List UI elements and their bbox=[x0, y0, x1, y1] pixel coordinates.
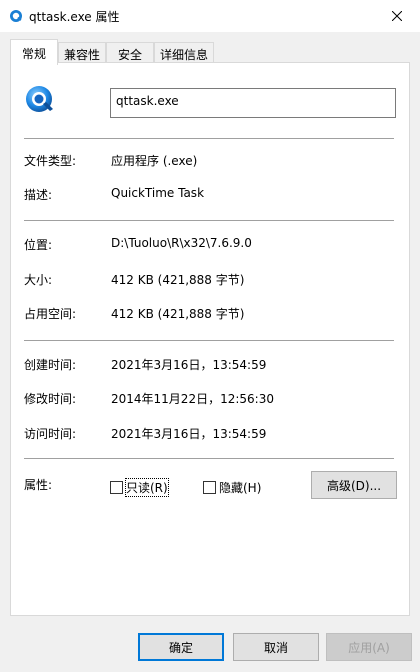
file-type-label: 文件类型: bbox=[24, 154, 77, 168]
tab-compatibility[interactable]: 兼容性 bbox=[58, 42, 106, 64]
readonly-checkbox[interactable]: 只读(R) bbox=[110, 478, 169, 497]
created-value: 2021年3月16日，13:54:59 bbox=[111, 358, 267, 372]
title-bar: qttask.exe 属性 bbox=[0, 0, 420, 32]
quicktime-icon bbox=[26, 86, 53, 112]
window-title: qttask.exe 属性 bbox=[29, 10, 120, 24]
divider bbox=[24, 220, 394, 221]
cancel-button[interactable]: 取消 bbox=[233, 633, 319, 661]
checkbox-box[interactable] bbox=[203, 481, 216, 494]
divider bbox=[24, 340, 394, 341]
location-label: 位置: bbox=[24, 238, 53, 252]
location-value: D:\Tuoluo\R\x32\7.6.9.0 bbox=[111, 236, 252, 250]
attributes-label: 属性: bbox=[24, 478, 53, 492]
divider bbox=[24, 458, 394, 459]
hidden-label: 隐藏(H) bbox=[219, 481, 262, 495]
modified-label: 修改时间: bbox=[24, 392, 77, 406]
modified-value: 2014年11月22日，12:56:30 bbox=[111, 392, 274, 406]
tab-general[interactable]: 常规 bbox=[10, 39, 58, 65]
accessed-label: 访问时间: bbox=[24, 427, 77, 441]
close-button[interactable] bbox=[374, 0, 420, 32]
ok-button[interactable]: 确定 bbox=[138, 633, 224, 661]
advanced-button[interactable]: 高级(D)... bbox=[311, 471, 397, 499]
tab-details[interactable]: 详细信息 bbox=[154, 42, 214, 64]
size-label: 大小: bbox=[24, 273, 53, 287]
created-label: 创建时间: bbox=[24, 358, 77, 372]
file-name-field[interactable]: qttask.exe bbox=[110, 88, 396, 118]
size-value: 412 KB (421,888 字节) bbox=[111, 273, 245, 287]
close-icon bbox=[392, 11, 402, 21]
tab-strip: 常规 兼容性 安全 详细信息 bbox=[0, 32, 420, 65]
hidden-checkbox[interactable]: 隐藏(H) bbox=[203, 479, 261, 496]
divider bbox=[24, 138, 394, 139]
quicktime-icon bbox=[10, 10, 22, 22]
description-value: QuickTime Task bbox=[111, 186, 205, 200]
checkbox-box[interactable] bbox=[110, 481, 123, 494]
apply-button[interactable]: 应用(A) bbox=[326, 633, 412, 661]
accessed-value: 2021年3月16日，13:54:59 bbox=[111, 427, 267, 441]
general-panel bbox=[10, 62, 410, 616]
readonly-label: 只读(R) bbox=[125, 478, 169, 497]
file-type-value: 应用程序 (.exe) bbox=[111, 154, 198, 168]
tab-security[interactable]: 安全 bbox=[106, 42, 154, 64]
disk-size-value: 412 KB (421,888 字节) bbox=[111, 307, 245, 321]
disk-size-label: 占用空间: bbox=[24, 307, 77, 321]
description-label: 描述: bbox=[24, 188, 53, 202]
